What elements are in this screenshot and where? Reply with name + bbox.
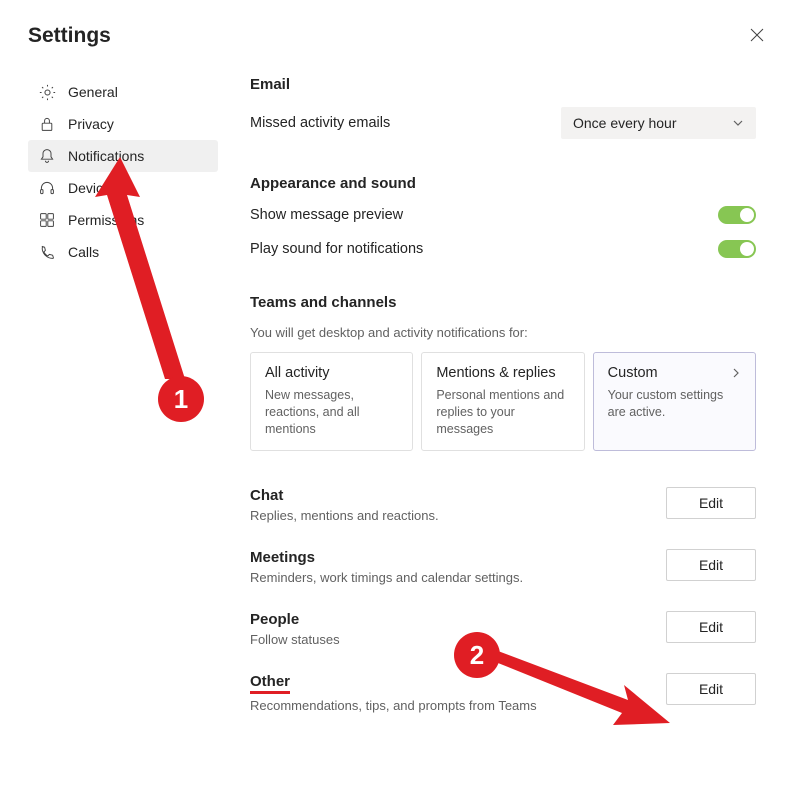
sidebar-item-devices[interactable]: Devices bbox=[28, 172, 218, 204]
section-appearance: Appearance and sound Show message previe… bbox=[250, 175, 756, 258]
sidebar-item-permissions[interactable]: Permissions bbox=[28, 204, 218, 236]
meetings-edit-button[interactable]: Edit bbox=[666, 549, 756, 581]
show-preview-label: Show message preview bbox=[250, 207, 403, 223]
card-desc: Personal mentions and replies to your me… bbox=[436, 387, 569, 438]
card-all-activity[interactable]: All activity New messages, reactions, an… bbox=[250, 352, 413, 451]
sidebar-item-label: Calls bbox=[68, 244, 99, 260]
sidebar-item-label: Devices bbox=[68, 180, 118, 196]
sidebar-item-notifications[interactable]: Notifications bbox=[28, 140, 218, 172]
missed-activity-dropdown[interactable]: Once every hour bbox=[561, 107, 756, 139]
show-preview-toggle[interactable] bbox=[718, 206, 756, 224]
meetings-desc: Reminders, work timings and calendar set… bbox=[250, 570, 666, 585]
play-sound-toggle[interactable] bbox=[718, 240, 756, 258]
gear-icon bbox=[38, 83, 56, 101]
annotation-badge-1: 1 bbox=[158, 376, 204, 422]
apps-icon bbox=[38, 211, 56, 229]
chevron-right-icon bbox=[731, 368, 741, 378]
other-edit-button[interactable]: Edit bbox=[666, 673, 756, 705]
bell-icon bbox=[38, 147, 56, 165]
sidebar-item-label: Notifications bbox=[68, 148, 144, 164]
section-people: People Follow statuses Edit bbox=[250, 611, 756, 647]
sidebar: General Privacy Notifications Devices bbox=[28, 76, 218, 773]
card-mentions-replies[interactable]: Mentions & replies Personal mentions and… bbox=[421, 352, 584, 451]
chevron-down-icon bbox=[732, 117, 744, 129]
other-title-text: Other bbox=[250, 673, 290, 694]
section-subtext: You will get desktop and activity notifi… bbox=[250, 325, 756, 340]
close-icon bbox=[750, 28, 764, 42]
chat-edit-button[interactable]: Edit bbox=[666, 487, 756, 519]
section-teams-channels: Teams and channels You will get desktop … bbox=[250, 294, 756, 451]
other-title: Other bbox=[250, 673, 666, 694]
sidebar-item-label: General bbox=[68, 84, 118, 100]
card-title: All activity bbox=[265, 365, 398, 381]
close-button[interactable] bbox=[746, 24, 768, 46]
other-desc: Recommendations, tips, and prompts from … bbox=[250, 698, 666, 713]
section-meetings: Meetings Reminders, work timings and cal… bbox=[250, 549, 756, 585]
section-email: Email Missed activity emails Once every … bbox=[250, 76, 756, 139]
section-heading: Appearance and sound bbox=[250, 175, 756, 192]
card-desc: Your custom settings are active. bbox=[608, 387, 741, 421]
section-chat: Chat Replies, mentions and reactions. Ed… bbox=[250, 487, 756, 523]
card-title: Custom bbox=[608, 365, 741, 381]
sidebar-item-label: Permissions bbox=[68, 212, 144, 228]
main-content: Email Missed activity emails Once every … bbox=[250, 76, 768, 773]
people-edit-button[interactable]: Edit bbox=[666, 611, 756, 643]
sidebar-item-label: Privacy bbox=[68, 116, 114, 132]
lock-icon bbox=[38, 115, 56, 133]
phone-icon bbox=[38, 243, 56, 261]
section-heading: Teams and channels bbox=[250, 294, 756, 311]
play-sound-label: Play sound for notifications bbox=[250, 241, 423, 257]
card-desc: New messages, reactions, and all mention… bbox=[265, 387, 398, 438]
people-title: People bbox=[250, 611, 666, 628]
chat-title: Chat bbox=[250, 487, 666, 504]
sidebar-item-general[interactable]: General bbox=[28, 76, 218, 108]
meetings-title: Meetings bbox=[250, 549, 666, 566]
annotation-badge-2: 2 bbox=[454, 632, 500, 678]
card-title: Mentions & replies bbox=[436, 365, 569, 381]
card-title-text: Custom bbox=[608, 365, 658, 381]
card-custom[interactable]: Custom Your custom settings are active. bbox=[593, 352, 756, 451]
page-title: Settings bbox=[28, 24, 111, 48]
header: Settings bbox=[28, 24, 768, 48]
section-heading: Email bbox=[250, 76, 756, 93]
chat-desc: Replies, mentions and reactions. bbox=[250, 508, 666, 523]
dropdown-value: Once every hour bbox=[573, 115, 677, 131]
headset-icon bbox=[38, 179, 56, 197]
section-other: Other Recommendations, tips, and prompts… bbox=[250, 673, 756, 713]
sidebar-item-privacy[interactable]: Privacy bbox=[28, 108, 218, 140]
missed-activity-label: Missed activity emails bbox=[250, 115, 390, 131]
sidebar-item-calls[interactable]: Calls bbox=[28, 236, 218, 268]
